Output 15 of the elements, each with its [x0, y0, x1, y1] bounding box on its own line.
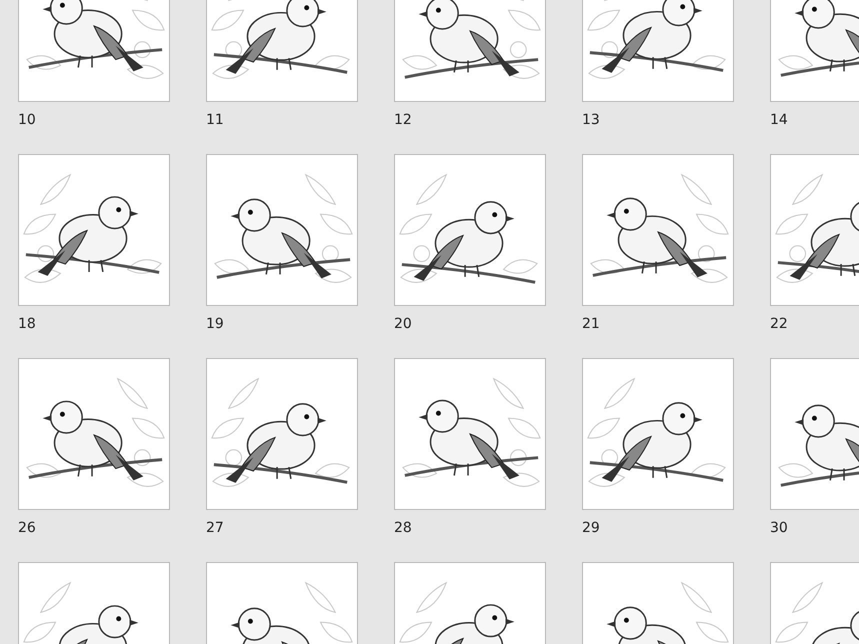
- file-name: 11: [206, 111, 225, 129]
- file-name: 29: [582, 519, 601, 537]
- file-name: 28: [394, 519, 413, 537]
- file-name: 10: [18, 111, 37, 129]
- file-name: 19: [206, 315, 225, 333]
- file-name: 26: [18, 519, 37, 537]
- file-name: 13: [582, 111, 601, 129]
- file-name: 14: [770, 111, 789, 129]
- file-name: 30: [770, 519, 789, 537]
- file-name: 21: [582, 315, 601, 333]
- file-name: 27: [206, 519, 225, 537]
- file-name: 22: [770, 315, 789, 333]
- file-name: 20: [394, 315, 413, 333]
- file-name: 12: [394, 111, 413, 129]
- file-name: 18: [18, 315, 37, 333]
